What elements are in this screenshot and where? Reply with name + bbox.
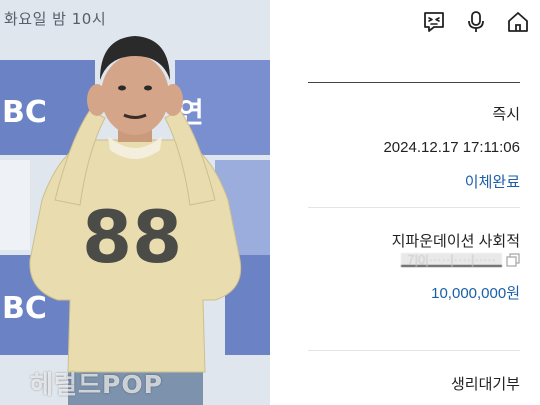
transfer-status: 이체완료	[464, 174, 520, 191]
top-toolbar	[422, 10, 530, 34]
section-divider-2	[308, 350, 520, 351]
photo-watermark: 헤럴드POP	[30, 370, 163, 399]
transfer-amount: 10,000,000원	[431, 285, 520, 302]
transfer-datetime: 2024.12.17 17:11:06	[383, 139, 520, 156]
backdrop-logo-1: BC	[2, 95, 47, 130]
masked-account-number: 7|0|·····|····|·····	[401, 253, 502, 267]
backdrop-logo-2: BC	[2, 291, 47, 326]
person-photo-illustration: BC BC 연 88	[0, 0, 270, 405]
news-photo: BC BC 연 88 화요일 밤 10시 헤럴드POP	[0, 0, 270, 405]
home-button[interactable]	[506, 10, 530, 34]
home-icon	[508, 12, 528, 32]
header-divider	[308, 82, 520, 83]
copy-icon[interactable]	[506, 253, 520, 267]
transfer-memo: 생리대기부	[450, 376, 520, 393]
transfer-detail-panel: 즉시 2024.12.17 17:11:06 이체완료 지파운데이션 사회적 7…	[270, 0, 540, 405]
chat-bot-button[interactable]	[422, 10, 446, 34]
chat-bot-icon	[424, 12, 444, 32]
photo-caption: 화요일 밤 10시	[4, 10, 107, 28]
sweater-number: 88	[82, 195, 182, 279]
recipient-account: 7|0|·····|····|·····	[401, 253, 520, 267]
section-divider-1	[308, 207, 520, 208]
recipient-name: 지파운데이션 사회적	[391, 233, 520, 250]
voice-search-button[interactable]	[464, 10, 488, 34]
microphone-icon	[468, 11, 484, 32]
transfer-type: 즉시	[492, 106, 520, 123]
